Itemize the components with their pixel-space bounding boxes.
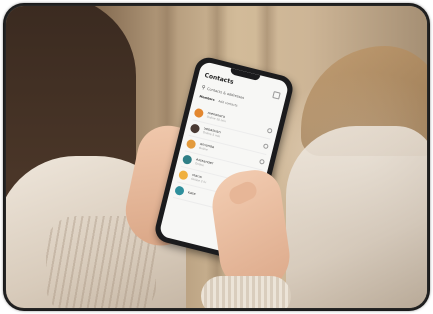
search-icon: ⚲: [201, 84, 207, 91]
avatar: [185, 138, 197, 150]
tab-add-contacts[interactable]: Add contacts: [218, 99, 238, 110]
avatar: [189, 123, 201, 135]
call-icon[interactable]: [258, 158, 265, 165]
avatar: [193, 107, 205, 119]
call-icon[interactable]: [262, 143, 269, 150]
tab-members[interactable]: Members: [198, 94, 215, 104]
knit-cuff: [201, 276, 291, 308]
menu-icon[interactable]: [272, 91, 281, 100]
call-icon[interactable]: [266, 127, 273, 134]
avatar: [177, 169, 189, 181]
armchair: [286, 126, 427, 308]
avatar: [181, 154, 193, 166]
photo-frame: Contacts ⚲ Contacts & addresses Members …: [6, 6, 427, 308]
avatar: [174, 185, 185, 197]
app-title: Contacts: [203, 71, 235, 86]
